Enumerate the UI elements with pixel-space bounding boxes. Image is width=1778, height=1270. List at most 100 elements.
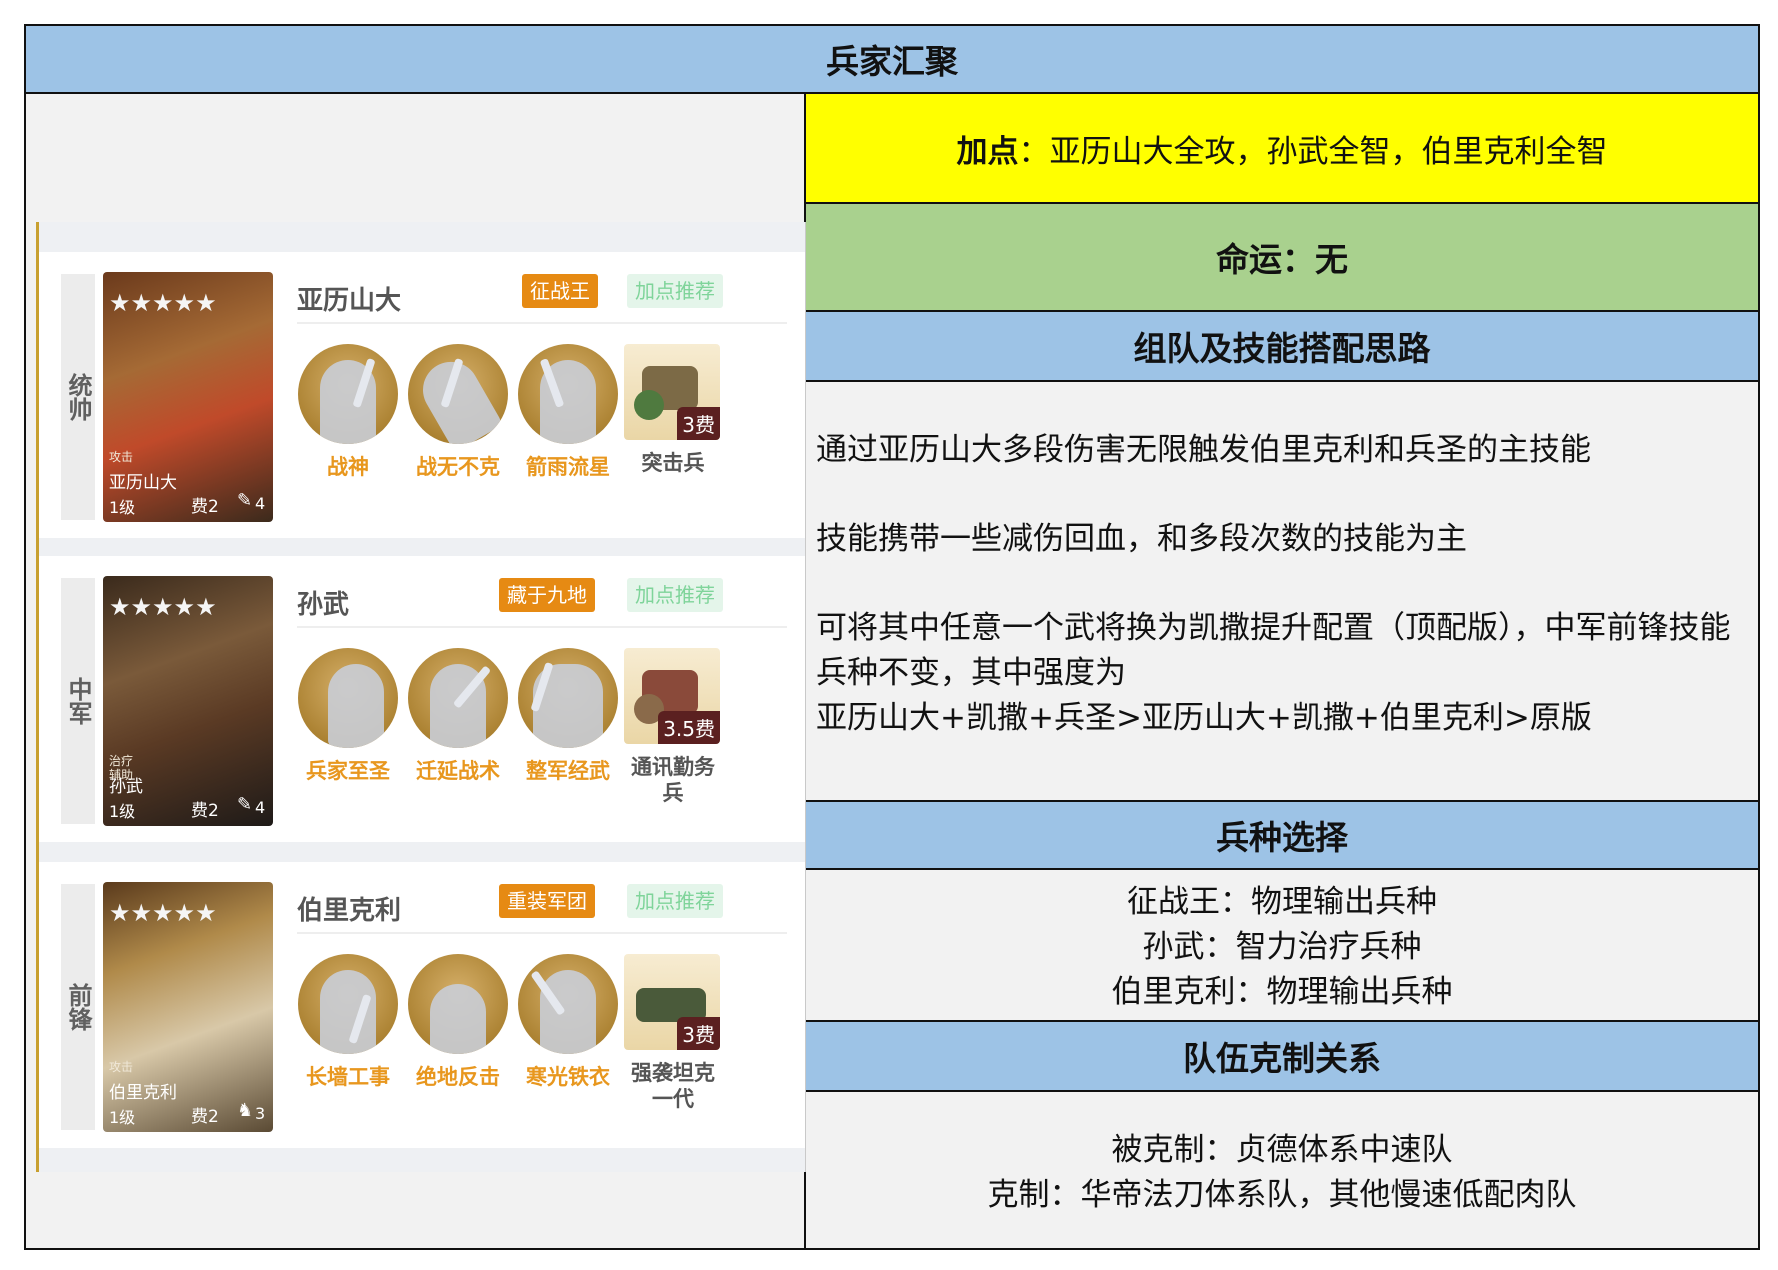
troop-item[interactable]: 3费 强袭坦克一代: [624, 954, 722, 1112]
trait-badge[interactable]: 重装军团: [499, 884, 595, 918]
counter-section-body: 被克制：贞德体系中速队 克制：华帝法刀体系队，其他慢速低配肉队: [806, 1092, 1758, 1248]
troop-section-body: 征战王：物理输出兵种 孙武：智力治疗兵种 伯里克利：物理输出兵种: [806, 870, 1758, 1022]
quill-count: 4: [255, 494, 266, 513]
troop-cost: 3费: [677, 1017, 720, 1050]
strategy-notes: 加点：亚历山大全攻，孙武全智，伯里克利全智 命运：无 组队及技能搭配思路 通过亚…: [806, 94, 1758, 1248]
general-card[interactable]: 中军 ★★★★★ 治疗 辅助 孙武 1级 费2 ✎ 4 孙武 藏于九地 加点推荐…: [39, 556, 805, 842]
quill-icon: ✎: [237, 794, 253, 815]
skill-item[interactable]: 箭雨流星: [513, 344, 623, 480]
skill-item[interactable]: 整军经武: [513, 648, 623, 784]
team-screenshot-pane: 统帅 ★★★★★ 攻击 亚历山大 1级 费2 ✎ 4 亚历山大 征战王 加点推荐…: [26, 94, 807, 1248]
quill-count: 3: [255, 1104, 266, 1123]
skill-item[interactable]: 战无不克: [403, 344, 513, 480]
quill-count: 4: [255, 798, 266, 817]
troop-icon: 3费: [624, 344, 720, 440]
skill-item[interactable]: 长墙工事: [293, 954, 403, 1090]
separator: ：: [1018, 133, 1050, 170]
portrait-name: 孙武: [109, 777, 143, 797]
divider: [297, 322, 787, 324]
skill-label: 寒光铁衣: [526, 1065, 610, 1089]
star-rating-icon: ★★★★★: [109, 593, 217, 621]
divider: [297, 626, 787, 628]
skill-item[interactable]: 战神: [293, 344, 403, 480]
general-card[interactable]: 统帅 ★★★★★ 攻击 亚历山大 1级 费2 ✎ 4 亚历山大 征战王 加点推荐…: [39, 252, 805, 538]
troop-icon: 3费: [624, 954, 720, 1050]
skill-label: 箭雨流星: [526, 455, 610, 479]
general-fee: 费2: [191, 1107, 219, 1127]
skill-icon: [408, 344, 508, 444]
trait-badge[interactable]: 征战王: [522, 274, 598, 308]
quill-icon: ✎: [237, 490, 253, 511]
team-section-header: 组队及技能搭配思路: [806, 312, 1758, 382]
recommend-button[interactable]: 加点推荐: [627, 884, 723, 918]
general-role: 攻击: [109, 1060, 134, 1074]
troop-item[interactable]: 3费 突击兵: [624, 344, 722, 476]
skill-icon: [298, 954, 398, 1054]
skill-label: 兵家至圣: [306, 759, 390, 783]
skill-label: 战无不克: [416, 455, 500, 479]
fate-row: 命运：无: [806, 204, 1758, 312]
troop-icon: 3.5费: [624, 648, 720, 744]
skill-label: 战神: [327, 455, 369, 479]
skill-item[interactable]: 寒光铁衣: [513, 954, 623, 1090]
general-name: 亚历山大: [297, 286, 402, 316]
skill-icon: [518, 648, 618, 748]
troop-line: 征战王：物理输出兵种: [1127, 884, 1437, 920]
troop-label: 通讯勤务兵: [631, 755, 715, 805]
sheet-title: 兵家汇聚: [26, 26, 1758, 94]
general-name: 伯里克利: [297, 896, 402, 926]
counter-section-header: 队伍克制关系: [806, 1022, 1758, 1092]
general-level: 1级: [109, 498, 136, 517]
skill-item[interactable]: 绝地反击: [403, 954, 513, 1090]
point-allocation-row: 加点：亚历山大全攻，孙武全智，伯里克利全智: [806, 94, 1758, 204]
counter-line: 被克制：贞德体系中速队: [1111, 1132, 1453, 1168]
skill-icon: [298, 344, 398, 444]
counter-line: 克制：华帝法刀体系队，其他慢速低配肉队: [987, 1177, 1577, 1213]
general-fee: 费2: [191, 801, 219, 821]
skill-label: 绝地反击: [416, 1065, 500, 1089]
troop-label: 强袭坦克一代: [631, 1061, 715, 1111]
portrait-name: 亚历山大: [109, 473, 177, 493]
general-portrait[interactable]: ★★★★★ 攻击 伯里克利 1级 费2 ♞ 3: [103, 882, 273, 1132]
skill-label: 整军经武: [526, 759, 610, 783]
troop-line: 孙武：智力治疗兵种: [1142, 929, 1422, 965]
team-panel: 统帅 ★★★★★ 攻击 亚历山大 1级 费2 ✎ 4 亚历山大 征战王 加点推荐…: [36, 222, 807, 1172]
general-level: 1级: [109, 1108, 136, 1127]
horse-icon: ♞: [237, 1100, 254, 1121]
portrait-name: 伯里克利: [109, 1083, 177, 1103]
trait-badge[interactable]: 藏于九地: [499, 578, 595, 612]
position-label: 前锋: [61, 884, 95, 1130]
general-card[interactable]: 前锋 ★★★★★ 攻击 伯里克利 1级 费2 ♞ 3 伯里克利 重装军团 加点推…: [39, 862, 805, 1148]
point-allocation-label: 加点: [956, 133, 1019, 170]
point-allocation-text: 亚历山大全攻，孙武全智，伯里克利全智: [1049, 133, 1608, 170]
position-label: 统帅: [61, 274, 95, 520]
recommend-button[interactable]: 加点推荐: [627, 274, 723, 308]
troop-section-header: 兵种选择: [806, 802, 1758, 870]
skill-icon: [408, 648, 508, 748]
skill-item[interactable]: 兵家至圣: [293, 648, 403, 784]
general-portrait[interactable]: ★★★★★ 攻击 亚历山大 1级 费2 ✎ 4: [103, 272, 273, 522]
troop-label: 突击兵: [641, 451, 705, 475]
team-paragraph: 可将其中任意一个武将换为凯撒提升配置（顶配版），中军前锋技能兵种不变，其中强度为…: [816, 610, 1731, 736]
skill-label: 长墙工事: [306, 1065, 390, 1089]
troop-item[interactable]: 3.5费 通讯勤务兵: [624, 648, 722, 806]
team-paragraph: 通过亚历山大多段伤害无限触发伯里克利和兵圣的主技能: [816, 432, 1591, 468]
skill-icon: [518, 344, 618, 444]
recommend-button[interactable]: 加点推荐: [627, 578, 723, 612]
general-name: 孙武: [297, 590, 350, 620]
team-section-body: 通过亚历山大多段伤害无限触发伯里克利和兵圣的主技能 技能携带一些减伤回血，和多段…: [806, 382, 1758, 802]
skill-icon: [518, 954, 618, 1054]
skill-icon: [298, 648, 398, 748]
general-portrait[interactable]: ★★★★★ 治疗 辅助 孙武 1级 费2 ✎ 4: [103, 576, 273, 826]
skill-item[interactable]: 迁延战术: [403, 648, 513, 784]
skill-label: 迁延战术: [416, 759, 500, 783]
strategy-sheet: 兵家汇聚 统帅 ★★★★★ 攻击 亚历山大 1级 费2 ✎ 4 亚历山大 征战王…: [24, 24, 1760, 1250]
general-role: 攻击: [109, 450, 134, 464]
general-level: 1级: [109, 802, 136, 821]
troop-line: 伯里克利：物理输出兵种: [1111, 974, 1453, 1010]
star-rating-icon: ★★★★★: [109, 289, 217, 317]
star-rating-icon: ★★★★★: [109, 899, 217, 927]
troop-cost: 3.5费: [658, 711, 720, 744]
divider: [297, 932, 787, 934]
position-label: 中军: [61, 578, 95, 824]
